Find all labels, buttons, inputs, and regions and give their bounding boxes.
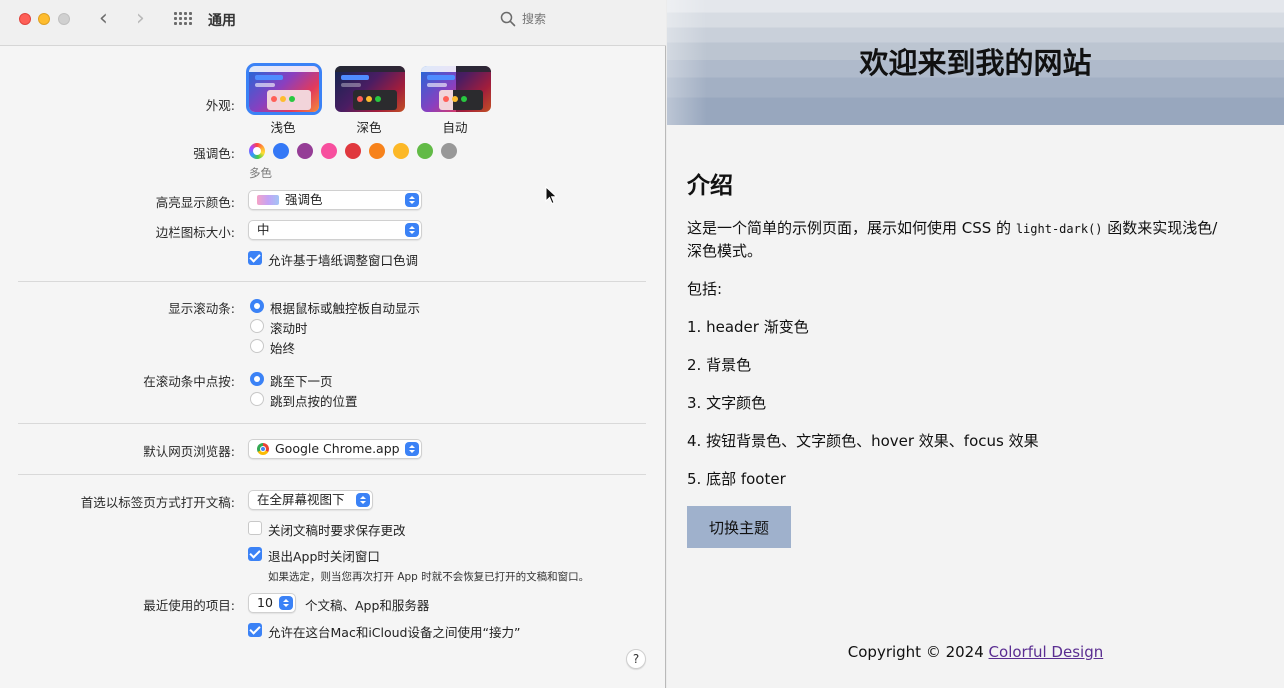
close-windows-label: 退出App时关闭窗口: [268, 549, 380, 564]
appearance-auto-thumbnail[interactable]: [421, 66, 491, 112]
scrollbars-auto-label: 根据鼠标或触控板自动显示: [270, 301, 421, 316]
show-scrollbars-label: 显示滚动条:: [168, 301, 235, 316]
mouse-pointer-icon: [545, 186, 558, 205]
scrollbars-when-scrolling-radio[interactable]: [250, 319, 264, 333]
scroll-click-label: 在滚动条中点按:: [143, 374, 235, 389]
scrollbars-when-scrolling-label: 滚动时: [270, 321, 308, 336]
highlight-color-label: 高亮显示颜色:: [155, 195, 235, 210]
appearance-light-thumbnail[interactable]: [246, 63, 322, 115]
intro-code: light-dark(): [1015, 222, 1103, 236]
wallpaper-tint-label: 允许基于墙纸调整窗口色调: [268, 253, 419, 268]
search-icon: [500, 11, 516, 27]
accent-orange-swatch[interactable]: [369, 143, 385, 159]
window-title: 通用: [208, 13, 236, 29]
scrollbars-always-label: 始终: [270, 341, 296, 356]
highlight-swatch-icon: [257, 195, 279, 205]
accent-purple-swatch[interactable]: [297, 143, 313, 159]
default-browser-popup[interactable]: Google Chrome.app: [248, 439, 422, 459]
close-windows-note: 如果选定，则当您再次打开 App 时就不会恢复已打开的文稿和窗口。: [268, 571, 590, 583]
accent-pink-swatch[interactable]: [321, 143, 337, 159]
close-window-button[interactable]: [19, 13, 31, 25]
sidebar-icon-size-label: 边栏图标大小:: [155, 225, 235, 240]
accent-yellow-swatch[interactable]: [393, 143, 409, 159]
sidebar-icon-size-popup[interactable]: 中: [248, 220, 422, 240]
help-button[interactable]: ?: [626, 649, 646, 669]
page-title: 欢迎来到我的网站: [859, 46, 1092, 80]
handoff-checkbox[interactable]: [248, 623, 262, 637]
includes-label: 包括:: [687, 280, 723, 298]
back-chevron-icon[interactable]: ‹: [99, 8, 108, 30]
list-item: 3. 文字颜色: [687, 394, 767, 412]
highlight-color-value: 强调色: [285, 192, 323, 207]
accent-multicolor-swatch[interactable]: [249, 143, 265, 159]
window-titlebar: ‹ › 通用: [0, 0, 666, 46]
search-field[interactable]: [500, 10, 650, 30]
appearance-auto-label: 自动: [442, 120, 468, 135]
minimize-window-button[interactable]: [38, 13, 50, 25]
ask-save-checkbox[interactable]: [248, 521, 262, 535]
appearance-light-label: 浅色: [270, 120, 296, 135]
popup-chevron-icon: [356, 493, 370, 507]
forward-chevron-icon[interactable]: ›: [136, 8, 145, 30]
web-page: 欢迎来到我的网站 介绍 这是一个简单的示例页面，展示如何使用 CSS 的 lig…: [667, 0, 1284, 688]
default-browser-value: Google Chrome.app: [275, 441, 400, 456]
prefer-tabs-label: 首选以标签页方式打开文稿:: [80, 495, 235, 510]
scroll-click-spot-radio[interactable]: [250, 392, 264, 406]
wallpaper-tint-checkbox[interactable]: [248, 251, 262, 265]
list-item: 4. 按钮背景色、文字颜色、hover 效果、focus 效果: [687, 432, 1039, 450]
popup-chevron-icon: [405, 442, 419, 456]
footer-copyright: Copyright © 2024: [847, 643, 989, 661]
default-browser-label: 默认网页浏览器:: [143, 444, 235, 459]
chrome-icon: [257, 443, 269, 455]
popup-chevron-icon: [279, 596, 293, 610]
accent-green-swatch[interactable]: [417, 143, 433, 159]
intro-text-b: 函数来实现浅色/: [1102, 219, 1218, 237]
section-divider: [18, 281, 646, 282]
prefer-tabs-value: 在全屏幕视图下: [257, 492, 345, 507]
general-preferences-window: ‹ › 通用 外观:: [0, 0, 666, 688]
section-heading: 介绍: [687, 173, 733, 199]
recent-items-label: 最近使用的项目:: [143, 598, 235, 613]
appearance-dark-label: 深色: [356, 120, 382, 135]
search-input[interactable]: [522, 10, 632, 28]
section-divider: [18, 423, 646, 424]
ask-save-label: 关闭文稿时要求保存更改: [268, 523, 406, 538]
footer-link[interactable]: Colorful Design: [989, 643, 1104, 661]
appearance-label: 外观:: [205, 98, 235, 113]
accent-graphite-swatch[interactable]: [441, 143, 457, 159]
show-all-grid-icon[interactable]: [174, 12, 192, 26]
list-item: 2. 背景色: [687, 356, 752, 374]
toggle-theme-button[interactable]: 切换主题: [687, 506, 791, 548]
scrollbars-auto-radio[interactable]: [250, 299, 264, 313]
section-divider: [18, 474, 646, 475]
highlight-color-popup[interactable]: 强调色: [248, 190, 422, 210]
list-item: 5. 底部 footer: [687, 470, 786, 488]
scroll-click-next-page-radio[interactable]: [250, 372, 264, 386]
close-windows-checkbox[interactable]: [248, 547, 262, 561]
zoom-window-button[interactable]: [58, 13, 70, 25]
list-item: 1. header 渐变色: [687, 318, 809, 336]
accent-blue-swatch[interactable]: [273, 143, 289, 159]
scrollbars-always-radio[interactable]: [250, 339, 264, 353]
recent-items-value: 10: [257, 595, 273, 610]
page-footer: Copyright © 2024 Colorful Design: [667, 643, 1284, 661]
handoff-label: 允许在这台Mac和iCloud设备之间使用“接力”: [268, 625, 521, 640]
intro-paragraph-line1: 这是一个简单的示例页面，展示如何使用 CSS 的 light-dark() 函数…: [687, 217, 1217, 241]
recent-items-popup[interactable]: 10: [248, 593, 296, 613]
page-header: 欢迎来到我的网站: [667, 0, 1284, 125]
accent-red-swatch[interactable]: [345, 143, 361, 159]
appearance-dark-thumbnail[interactable]: [335, 66, 405, 112]
accent-selected-caption: 多色: [249, 166, 272, 180]
recent-items-suffix: 个文稿、App和服务器: [305, 598, 430, 613]
scroll-click-next-page-label: 跳至下一页: [270, 374, 333, 389]
intro-paragraph-line2: 深色模式。: [687, 242, 763, 260]
sidebar-icon-size-value: 中: [257, 222, 270, 237]
popup-chevron-icon: [405, 193, 419, 207]
scroll-click-spot-label: 跳到点按的位置: [270, 394, 358, 409]
accent-color-label: 强调色:: [193, 146, 235, 161]
prefer-tabs-popup[interactable]: 在全屏幕视图下: [248, 490, 373, 510]
intro-text-a: 这是一个简单的示例页面，展示如何使用 CSS 的: [687, 219, 1016, 237]
popup-chevron-icon: [405, 223, 419, 237]
